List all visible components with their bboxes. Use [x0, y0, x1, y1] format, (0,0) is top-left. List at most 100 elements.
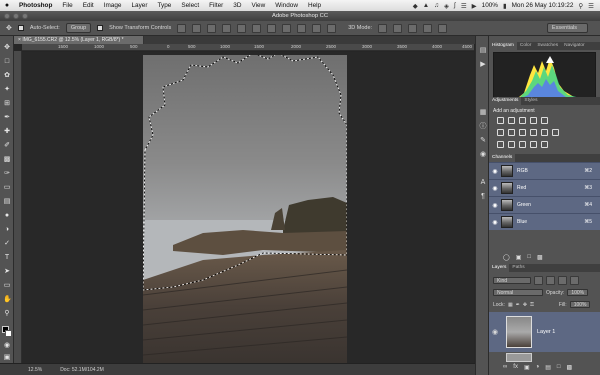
tab-adjustments[interactable]: Adjustments: [489, 97, 522, 105]
zoom-tool-icon[interactable]: ⚲: [3, 310, 11, 318]
gradient-tool-icon[interactable]: ▤: [3, 198, 11, 206]
align-right-icon[interactable]: [252, 23, 262, 33]
menu-type[interactable]: Type: [152, 2, 176, 9]
tab-paths[interactable]: Paths: [509, 264, 527, 272]
hand-tool-icon[interactable]: ✋: [3, 296, 12, 304]
crop-tool-icon[interactable]: ⊞: [3, 100, 11, 108]
channel-row-blue[interactable]: ◉ Blue ⌘5: [489, 213, 600, 230]
path-select-tool-icon[interactable]: ➤: [3, 268, 11, 276]
lock-transparent-icon[interactable]: ▦: [508, 302, 513, 308]
layer-mask-icon[interactable]: ▣: [524, 364, 530, 371]
battery-icon[interactable]: ▮: [503, 2, 507, 10]
history-brush-icon[interactable]: ✑: [3, 170, 11, 178]
list-icon[interactable]: ☰: [588, 2, 594, 10]
dodge-tool-icon[interactable]: ◑: [3, 226, 11, 234]
blur-tool-icon[interactable]: ●: [3, 212, 11, 220]
save-selection-icon[interactable]: ▣: [516, 254, 522, 261]
distribute-center-icon[interactable]: [282, 23, 292, 33]
eye-icon[interactable]: ◉: [492, 328, 498, 336]
new-channel-icon[interactable]: □: [527, 254, 531, 261]
menu-window[interactable]: Window: [270, 2, 303, 9]
black-white-icon[interactable]: [519, 129, 526, 136]
invert-icon[interactable]: [497, 141, 504, 148]
marquee-tool-icon[interactable]: □: [3, 58, 11, 66]
channel-row-rgb[interactable]: ◉ RGB ⌘2: [489, 162, 600, 179]
healing-tool-icon[interactable]: ✚: [3, 128, 11, 136]
layer-row-layer-1[interactable]: ◉ Layer 1: [489, 312, 600, 352]
3d-pan-icon[interactable]: [408, 23, 418, 33]
eye-icon[interactable]: ◉: [489, 202, 501, 209]
color-lookup-icon[interactable]: [552, 129, 559, 136]
apple-menu-icon[interactable]: ●: [0, 2, 14, 9]
move-tool-icon[interactable]: ✥: [6, 24, 12, 32]
eraser-tool-icon[interactable]: ▭: [3, 184, 11, 192]
color-balance-icon[interactable]: [508, 129, 515, 136]
hue-saturation-icon[interactable]: [497, 129, 504, 136]
search-icon[interactable]: ⚲: [578, 2, 583, 10]
selective-color-icon[interactable]: [530, 141, 537, 148]
layer-style-icon[interactable]: fx: [513, 364, 518, 371]
history-panel-icon[interactable]: ▤: [478, 46, 488, 56]
channel-mixer-icon[interactable]: [541, 129, 548, 136]
auto-select-dropdown[interactable]: Group: [65, 23, 92, 33]
delete-layer-icon[interactable]: ▩: [567, 364, 573, 371]
volume-icon[interactable]: ▶: [472, 2, 477, 10]
close-button[interactable]: [4, 13, 10, 19]
quick-mask-icon[interactable]: ◉: [3, 342, 11, 350]
info-panel-icon[interactable]: ⓘ: [478, 122, 488, 132]
layer-row-background[interactable]: [489, 352, 600, 362]
3d-rotate-icon[interactable]: [378, 23, 388, 33]
pen-tool-icon[interactable]: ✓: [3, 240, 11, 248]
music-note-icon[interactable]: ♫: [434, 2, 439, 9]
transform-controls-checkbox[interactable]: [97, 25, 104, 31]
distribute-bottom-icon[interactable]: [297, 23, 307, 33]
document-tab[interactable]: × IMG_6155.CR2 @ 12.5% (Layer 1, RGB/8*)…: [14, 36, 144, 44]
quick-select-tool-icon[interactable]: ✦: [3, 86, 11, 94]
3d-scale-icon[interactable]: [438, 23, 448, 33]
filter-type-icon[interactable]: [558, 276, 567, 285]
tab-histogram[interactable]: Histogram: [489, 42, 517, 50]
wifi-icon[interactable]: ☰: [461, 2, 467, 10]
channel-row-green[interactable]: ◉ Green ⌘4: [489, 196, 600, 213]
photo-filter-icon[interactable]: [530, 129, 537, 136]
document-size[interactable]: Doc: 52.1M/104.2M: [60, 367, 104, 373]
screen-mode-icon[interactable]: ▣: [3, 354, 11, 362]
menu-view[interactable]: View: [246, 2, 270, 9]
clock[interactable]: Mon 26 May 10:19:22: [512, 2, 574, 9]
tab-swatches[interactable]: Swatches: [534, 42, 561, 50]
curves-icon[interactable]: [519, 117, 526, 124]
document-image[interactable]: [143, 55, 347, 363]
channel-row-red[interactable]: ◉ Red ⌘3: [489, 179, 600, 196]
tab-channels[interactable]: Channels: [489, 154, 516, 162]
posterize-icon[interactable]: [508, 141, 515, 148]
evernote-icon[interactable]: ▲: [423, 2, 429, 9]
dropbox-icon[interactable]: ◈: [444, 2, 449, 10]
clone-source-icon[interactable]: ◉: [478, 150, 488, 160]
load-selection-icon[interactable]: ◯: [503, 254, 510, 261]
shape-tool-icon[interactable]: ▭: [3, 282, 11, 290]
menu-edit[interactable]: Edit: [78, 2, 99, 9]
minimize-button[interactable]: [13, 13, 19, 19]
eye-icon[interactable]: ◉: [489, 219, 501, 226]
eye-icon[interactable]: ◉: [489, 185, 501, 192]
background-color-swatch[interactable]: [5, 330, 12, 337]
move-tool-icon[interactable]: ✥: [3, 44, 11, 52]
status-icon[interactable]: ◆: [413, 2, 418, 10]
opacity-input[interactable]: 100%: [567, 289, 589, 296]
filter-adjustment-icon[interactable]: [546, 276, 555, 285]
3d-slide-icon[interactable]: [423, 23, 433, 33]
distribute-top-icon[interactable]: [267, 23, 277, 33]
delete-channel-icon[interactable]: ▩: [537, 254, 543, 261]
menu-photoshop[interactable]: Photoshop: [14, 2, 57, 9]
levels-icon[interactable]: [508, 117, 515, 124]
eyedropper-tool-icon[interactable]: ✒: [3, 114, 11, 122]
type-tool-icon[interactable]: T: [3, 254, 11, 262]
layer-kind-filter[interactable]: Kind: [493, 277, 531, 284]
vibrance-icon[interactable]: [541, 117, 548, 124]
menu-image[interactable]: Image: [99, 2, 127, 9]
eye-icon[interactable]: ◉: [489, 168, 501, 175]
auto-select-checkbox[interactable]: [17, 25, 24, 31]
filter-pixel-icon[interactable]: [534, 276, 543, 285]
brush-panel-icon[interactable]: ✎: [478, 136, 488, 146]
lock-position-icon[interactable]: ✥: [523, 302, 527, 308]
